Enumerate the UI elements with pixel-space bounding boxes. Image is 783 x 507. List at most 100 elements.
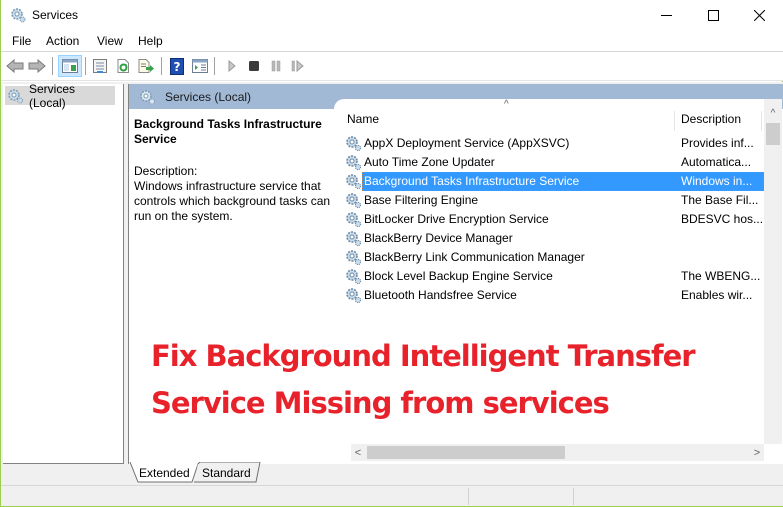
restart-icon <box>291 60 304 72</box>
export-icon <box>138 59 154 73</box>
console-tree-button[interactable] <box>58 55 82 77</box>
maximize-icon <box>707 10 719 21</box>
properties-button[interactable] <box>90 56 110 76</box>
stop-service-button[interactable] <box>244 56 264 76</box>
menu-view[interactable]: View <box>97 34 123 48</box>
horizontal-scroll-thumb[interactable] <box>367 446 565 459</box>
service-row[interactable]: AppX Deployment Service (AppXSVC) Provide… <box>334 134 764 153</box>
column-divider[interactable] <box>761 111 762 131</box>
stop-icon <box>249 61 259 71</box>
service-row[interactable]: BlackBerry Device Manager <box>334 229 764 248</box>
service-description: BDESVC hos... <box>681 212 764 226</box>
menu-bar: File Action View Help <box>1 31 783 52</box>
status-divider <box>573 488 574 505</box>
service-gear-icon <box>346 231 362 247</box>
service-description: Provides inf... <box>681 136 754 150</box>
service-row[interactable]: Background Tasks Infrastructure Service W… <box>334 172 764 191</box>
status-divider <box>468 488 469 505</box>
close-icon <box>753 10 765 21</box>
close-button[interactable] <box>736 0 782 31</box>
description-label: Description: <box>134 164 198 178</box>
minimize-button[interactable] <box>643 0 689 31</box>
services-window: Services File Action View Help ? Service… <box>0 0 783 507</box>
console-tree-icon <box>62 59 78 73</box>
scroll-up-icon[interactable]: ^ <box>764 105 782 121</box>
status-bar <box>1 485 783 506</box>
sort-ascending-icon: ^ <box>504 99 509 110</box>
service-description: Automatica... <box>681 155 752 169</box>
scroll-left-icon[interactable]: < <box>351 444 365 461</box>
svg-text:?: ? <box>174 60 181 74</box>
service-row[interactable]: Block Level Backup Engine Service The WBE… <box>334 267 764 286</box>
toolbar-separator <box>214 57 215 75</box>
selected-service-title: Background Tasks Infrastructure Service <box>134 117 322 146</box>
service-name: AppX Deployment Service (AppXSVC) <box>364 136 570 150</box>
console-tree: Services (Local) <box>3 82 124 464</box>
help-button[interactable]: ? <box>167 56 187 76</box>
scroll-right-icon[interactable]: > <box>750 444 764 461</box>
arrow-left-icon <box>6 59 24 73</box>
service-description: Enables wir... <box>681 288 753 302</box>
services-gear-icon <box>140 89 155 104</box>
arrow-right-icon <box>28 59 46 73</box>
services-rows: AppX Deployment Service (AppXSVC) Provide… <box>334 134 764 305</box>
service-gear-icon <box>346 288 362 304</box>
services-gear-icon <box>8 88 23 103</box>
tab-standard[interactable]: Standard <box>202 466 251 480</box>
vertical-scrollbar[interactable]: ^ <box>764 99 782 444</box>
description-pane: Background Tasks Infrastructure Service … <box>134 117 334 224</box>
service-description: Windows in... <box>681 174 753 188</box>
overlay-line-2: Service Missing from services <box>151 386 610 420</box>
action-pane-icon <box>192 59 208 73</box>
menu-action[interactable]: Action <box>46 34 79 48</box>
service-name: BlackBerry Link Communication Manager <box>364 250 585 264</box>
show-action-pane-button[interactable] <box>190 56 210 76</box>
properties-icon <box>93 59 107 73</box>
service-name: Background Tasks Infrastructure Service <box>364 174 580 188</box>
column-divider[interactable] <box>674 111 675 131</box>
service-name: Bluetooth Handsfree Service <box>364 288 517 302</box>
column-header-name[interactable]: Name <box>347 112 379 132</box>
service-row[interactable]: Auto Time Zone Updater Automatica... <box>334 153 764 172</box>
service-name: Auto Time Zone Updater <box>364 155 495 169</box>
tree-item-label: Services (Local) <box>29 81 76 110</box>
service-name: BlackBerry Device Manager <box>364 231 513 245</box>
toolbar-separator <box>85 57 86 75</box>
start-service-button[interactable] <box>222 56 242 76</box>
toolbar-separator <box>52 57 53 75</box>
help-icon: ? <box>170 57 184 75</box>
service-name: Base Filtering Engine <box>364 193 479 207</box>
refresh-button[interactable] <box>113 56 133 76</box>
pause-icon <box>271 60 281 72</box>
window-title: Services <box>32 8 79 22</box>
refresh-icon <box>117 59 129 73</box>
menu-file[interactable]: File <box>12 34 31 48</box>
service-gear-icon <box>346 136 362 152</box>
back-button[interactable] <box>5 56 25 76</box>
service-gear-icon <box>346 250 362 266</box>
title-bar[interactable]: Services <box>1 0 783 31</box>
toolbar: ? <box>1 52 783 81</box>
service-row[interactable]: BitLocker Drive Encryption Service BDESVC… <box>334 210 764 229</box>
toolbar-separator <box>161 57 162 75</box>
service-gear-icon <box>346 269 362 285</box>
service-row[interactable]: Base Filtering Engine The Base Fil... <box>334 191 764 210</box>
service-row[interactable]: Bluetooth Handsfree Service Enables wir..… <box>334 286 764 305</box>
service-description: The Base Fil... <box>681 193 759 207</box>
export-list-button[interactable] <box>136 56 156 76</box>
play-icon <box>228 60 236 72</box>
menu-help[interactable]: Help <box>138 34 163 48</box>
tree-item-services-local[interactable]: Services (Local) <box>5 82 115 110</box>
service-row[interactable]: BlackBerry Link Communication Manager <box>334 248 764 267</box>
services-gear-icon <box>11 8 26 23</box>
restart-service-button[interactable] <box>288 56 308 76</box>
pause-service-button[interactable] <box>266 56 286 76</box>
maximize-button[interactable] <box>690 0 736 31</box>
minimize-icon <box>660 15 672 16</box>
horizontal-scrollbar[interactable]: < > <box>351 444 764 461</box>
column-header-description[interactable]: Description <box>681 112 741 132</box>
vertical-scroll-thumb[interactable] <box>766 123 780 145</box>
forward-button[interactable] <box>27 56 47 76</box>
service-gear-icon <box>346 212 362 228</box>
tab-extended[interactable]: Extended <box>139 466 190 480</box>
